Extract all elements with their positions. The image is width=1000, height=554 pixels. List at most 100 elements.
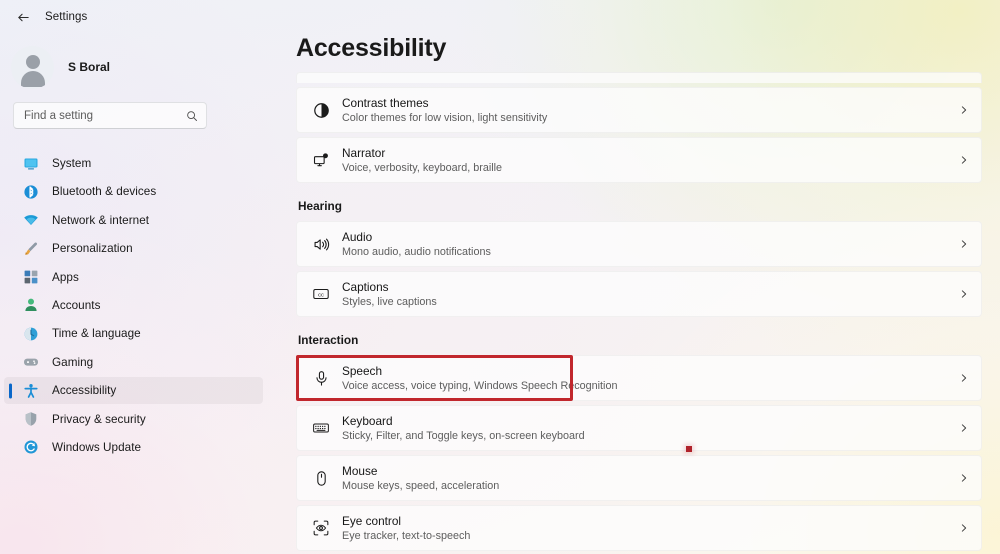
- sidebar-item-label: Gaming: [52, 355, 94, 369]
- row-subtitle: Voice access, voice typing, Windows Spee…: [342, 379, 618, 392]
- chevron-right-icon[interactable]: [949, 423, 979, 433]
- settings-row-audio[interactable]: Audio Mono audio, audio notifications: [296, 221, 982, 267]
- mouse-icon: [306, 463, 336, 493]
- apps-icon: [22, 269, 39, 286]
- accessibility-person-icon: [22, 382, 39, 399]
- row-text: Keyboard Sticky, Filter, and Toggle keys…: [336, 414, 949, 443]
- row-title: Eye control: [342, 513, 402, 528]
- row-subtitle: Mouse keys, speed, acceleration: [342, 479, 500, 492]
- row-title: Contrast themes: [342, 95, 429, 110]
- paintbrush-icon: [22, 240, 39, 257]
- sidebar-item-label: Privacy & security: [52, 412, 146, 426]
- row-text: Mouse Mouse keys, speed, acceleration: [336, 464, 949, 493]
- update-icon: [22, 439, 39, 456]
- row-title: Keyboard: [342, 413, 393, 428]
- settings-window: Settings S Boral Find a setting System B…: [0, 0, 1000, 554]
- sidebar: Settings S Boral Find a setting System B…: [0, 0, 272, 554]
- settings-row-narrator[interactable]: Narrator Voice, verbosity, keyboard, bra…: [296, 137, 982, 183]
- chevron-right-icon[interactable]: [949, 239, 979, 249]
- closed-captions-icon: cc: [306, 279, 336, 309]
- row-subtitle: Voice, verbosity, keyboard, braille: [342, 161, 503, 174]
- sidebar-item-accessibility[interactable]: Accessibility: [4, 377, 263, 405]
- settings-row-keyboard[interactable]: Keyboard Sticky, Filter, and Toggle keys…: [296, 405, 982, 451]
- sidebar-item-label: Windows Update: [52, 440, 142, 454]
- row-text: Narrator Voice, verbosity, keyboard, bra…: [336, 146, 949, 175]
- sidebar-item-network-internet[interactable]: Network & internet: [4, 207, 263, 234]
- gamepad-icon: [22, 354, 39, 371]
- chevron-right-icon[interactable]: [949, 105, 979, 115]
- sidebar-item-label: Accounts: [52, 298, 101, 312]
- row-title: Narrator: [342, 145, 386, 160]
- row-text: Speech Voice access, voice typing, Windo…: [336, 364, 949, 393]
- back-arrow-icon[interactable]: [11, 5, 35, 29]
- row-subtitle: Sticky, Filter, and Toggle keys, on-scre…: [342, 429, 585, 442]
- sidebar-item-windows-update[interactable]: Windows Update: [4, 434, 263, 461]
- sidebar-item-gaming[interactable]: Gaming: [4, 349, 263, 376]
- section-label-interaction: Interaction: [298, 333, 359, 347]
- row-text: Contrast themes Color themes for low vis…: [336, 96, 949, 125]
- row-subtitle: Color themes for low vision, light sensi…: [342, 111, 548, 124]
- row-title: Mouse: [342, 463, 378, 478]
- speaker-icon: [306, 229, 336, 259]
- accounts-icon: [22, 297, 39, 314]
- settings-row-captions[interactable]: cc Captions Styles, live captions: [296, 271, 982, 317]
- contrast-circle-icon: [306, 95, 336, 125]
- chevron-right-icon[interactable]: [949, 155, 979, 165]
- page-title: Accessibility: [296, 34, 447, 62]
- sidebar-item-time-language[interactable]: Time & language: [4, 320, 263, 347]
- account-name: S Boral: [68, 60, 111, 74]
- row-text: Audio Mono audio, audio notifications: [336, 230, 949, 259]
- sidebar-nav: System Bluetooth & devices Network & int…: [0, 150, 272, 461]
- row-text: Captions Styles, live captions: [336, 280, 949, 309]
- cursor-marker: [686, 446, 692, 452]
- page-header: Accessibility: [272, 0, 1000, 63]
- settings-list[interactable]: Contrast themes Color themes for low vis…: [272, 72, 1000, 554]
- sidebar-item-bluetooth-devices[interactable]: Bluetooth & devices: [4, 178, 263, 205]
- account-tile[interactable]: S Boral: [0, 34, 272, 100]
- chevron-right-icon[interactable]: [949, 473, 979, 483]
- row-subtitle: Mono audio, audio notifications: [342, 245, 491, 258]
- section-label-hearing: Hearing: [298, 199, 342, 213]
- sidebar-item-label: Network & internet: [52, 213, 150, 227]
- main-content: Accessibility Contrast themes Color them…: [272, 0, 1000, 554]
- chevron-right-icon[interactable]: [949, 373, 979, 383]
- keyboard-icon: [306, 413, 336, 443]
- chevron-right-icon[interactable]: [949, 523, 979, 533]
- clock-globe-icon: [22, 325, 39, 342]
- sidebar-item-system[interactable]: System: [4, 150, 263, 177]
- svg-text:cc: cc: [318, 293, 324, 299]
- shield-icon: [22, 411, 39, 428]
- microphone-icon: [306, 363, 336, 393]
- row-subtitle: Eye tracker, text-to-speech: [342, 529, 471, 542]
- settings-row-speech[interactable]: Speech Voice access, voice typing, Windo…: [296, 355, 982, 401]
- row-title: Audio: [342, 229, 373, 244]
- chevron-right-icon[interactable]: [949, 289, 979, 299]
- scrolled-partial-row[interactable]: [296, 72, 982, 83]
- narrator-monitor-icon: [306, 145, 336, 175]
- sidebar-item-label: Apps: [52, 270, 79, 284]
- sidebar-item-label: Personalization: [52, 242, 133, 256]
- sidebar-item-accounts[interactable]: Accounts: [4, 292, 263, 319]
- settings-row-mouse[interactable]: Mouse Mouse keys, speed, acceleration: [296, 455, 982, 501]
- title-bar: Settings: [0, 0, 272, 34]
- bluetooth-icon: [22, 183, 39, 200]
- row-title: Speech: [342, 363, 383, 378]
- sidebar-item-label: Bluetooth & devices: [52, 185, 157, 199]
- sidebar-item-label: Accessibility: [52, 384, 117, 398]
- sidebar-item-privacy-security[interactable]: Privacy & security: [4, 406, 263, 433]
- search-icon[interactable]: [186, 110, 198, 122]
- search-placeholder: Find a setting: [24, 109, 94, 122]
- app-title: Settings: [45, 11, 88, 23]
- sidebar-item-personalization[interactable]: Personalization: [4, 235, 263, 262]
- wifi-icon: [22, 212, 39, 229]
- system-icon: [22, 155, 39, 172]
- eye-control-icon: [306, 513, 336, 543]
- sidebar-item-label: System: [52, 157, 92, 170]
- settings-row-contrast-themes[interactable]: Contrast themes Color themes for low vis…: [296, 87, 982, 133]
- settings-row-eye-control[interactable]: Eye control Eye tracker, text-to-speech: [296, 505, 982, 551]
- row-text: Eye control Eye tracker, text-to-speech: [336, 514, 949, 543]
- sidebar-item-apps[interactable]: Apps: [4, 264, 263, 291]
- sidebar-item-label: Time & language: [52, 327, 141, 341]
- search-input[interactable]: Find a setting: [13, 102, 207, 129]
- avatar: [11, 45, 54, 89]
